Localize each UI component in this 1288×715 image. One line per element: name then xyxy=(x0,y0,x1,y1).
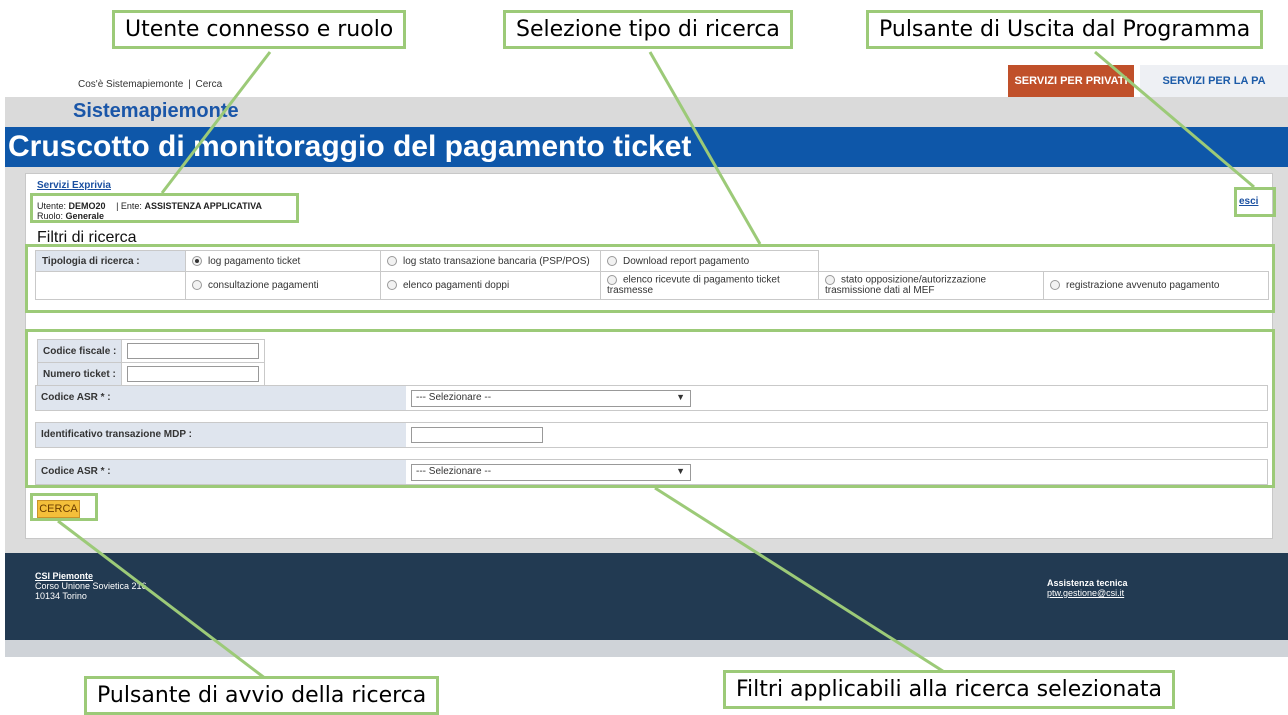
numero-ticket-input[interactable] xyxy=(127,366,260,382)
search-type-option[interactable]: log pagamento ticket xyxy=(185,250,381,272)
radio-icon[interactable] xyxy=(387,280,397,291)
radio-selected-icon[interactable] xyxy=(192,255,202,266)
role-info: Ruolo: Generale xyxy=(37,211,105,221)
ticket-filter-table: Codice fiscale : Numero ticket : xyxy=(36,339,266,386)
codice-fiscale-input[interactable] xyxy=(127,343,260,359)
radio-icon[interactable] xyxy=(825,275,835,286)
search-type-option[interactable]: consultazione pagamenti xyxy=(185,271,381,300)
search-link[interactable]: Cerca xyxy=(195,79,222,90)
radio-icon[interactable] xyxy=(607,255,617,266)
support-email-link[interactable]: ptw.gestione@csi.it xyxy=(1047,588,1124,598)
footer-strip xyxy=(5,640,1288,657)
org-link[interactable]: CSI Piemonte xyxy=(35,571,93,581)
codice-asr-label-2: Codice ASR * : xyxy=(36,460,406,484)
cerca-button[interactable]: CERCA xyxy=(37,500,80,518)
search-type-option[interactable]: log stato transazione bancaria (PSP/POS) xyxy=(380,250,601,272)
chevron-down-icon: ▼ xyxy=(676,466,685,476)
radio-icon[interactable] xyxy=(192,280,202,291)
codice-asr-label: Codice ASR * : xyxy=(36,386,406,410)
page-title: Cruscotto di monitoraggio del pagamento … xyxy=(8,130,692,163)
radio-icon[interactable] xyxy=(1050,280,1060,291)
transaction-id-input[interactable] xyxy=(411,427,543,443)
search-type-option[interactable]: elenco pagamenti doppi xyxy=(380,271,601,300)
brand-logo[interactable]: Sistemapiemonte xyxy=(73,100,239,123)
private-services-button[interactable]: SERVIZI PER PRIVATI xyxy=(1008,65,1134,97)
numero-ticket-label: Numero ticket : xyxy=(36,362,123,386)
user-name: DEMO20 xyxy=(68,201,106,211)
pa-services-button[interactable]: SERVIZI PER LA PA xyxy=(1140,65,1288,97)
user-info: Utente: DEMO20 | Ente: ASSISTENZA APPLIC… xyxy=(37,201,262,211)
callout-exit: Pulsante di Uscita dal Programma xyxy=(866,10,1264,49)
services-link[interactable]: Servizi Exprivia xyxy=(37,180,111,191)
ente-name: ASSISTENZA APPLICATIVA xyxy=(144,201,262,211)
nav-separator: | xyxy=(188,79,191,90)
search-type-option[interactable]: stato opposizione/autorizzazione trasmis… xyxy=(818,271,1044,300)
exit-link[interactable]: esci xyxy=(1239,196,1258,207)
codice-fiscale-label: Codice fiscale : xyxy=(36,339,123,363)
filters-title: Filtri di ricerca xyxy=(37,229,137,246)
search-type-option[interactable]: registrazione avvenuto pagamento xyxy=(1043,271,1269,300)
search-type-table: Tipologia di ricerca : log pagamento tic… xyxy=(35,250,1269,300)
transaction-id-row: Identificativo transazione MDP : xyxy=(35,422,1268,448)
footer-org: CSI Piemonte Corso Unione Sovietica 216 … xyxy=(35,571,147,601)
search-type-option[interactable]: Download report pagamento xyxy=(600,250,819,272)
codice-asr-row: Codice ASR * : --- Selezionare -- ▼ xyxy=(35,385,1268,411)
footer-support: Assistenza tecnica ptw.gestione@csi.it xyxy=(1047,578,1128,598)
top-nav: Cos'è Sistemapiemonte | Cerca xyxy=(78,79,224,90)
codice-asr-select[interactable]: --- Selezionare -- ▼ xyxy=(411,390,691,407)
radio-icon[interactable] xyxy=(387,255,397,266)
callout-user-role: Utente connesso e ruolo xyxy=(112,10,407,49)
radio-icon[interactable] xyxy=(607,275,617,286)
callout-filters: Filtri applicabili alla ricerca selezion… xyxy=(723,670,1175,709)
search-type-label: Tipologia di ricerca : xyxy=(35,250,186,272)
about-link[interactable]: Cos'è Sistemapiemonte xyxy=(78,79,183,90)
callout-search-button: Pulsante di avvio della ricerca xyxy=(84,676,440,715)
transaction-id-label: Identificativo transazione MDP : xyxy=(36,423,406,447)
search-type-option[interactable]: elenco ricevute di pagamento ticket tras… xyxy=(600,271,819,300)
chevron-down-icon: ▼ xyxy=(676,392,685,402)
codice-asr-row-2: Codice ASR * : --- Selezionare -- ▼ xyxy=(35,459,1268,485)
codice-asr-select-2[interactable]: --- Selezionare -- ▼ xyxy=(411,464,691,481)
role-name: Generale xyxy=(65,211,105,221)
callout-search-type: Selezione tipo di ricerca xyxy=(503,10,793,49)
